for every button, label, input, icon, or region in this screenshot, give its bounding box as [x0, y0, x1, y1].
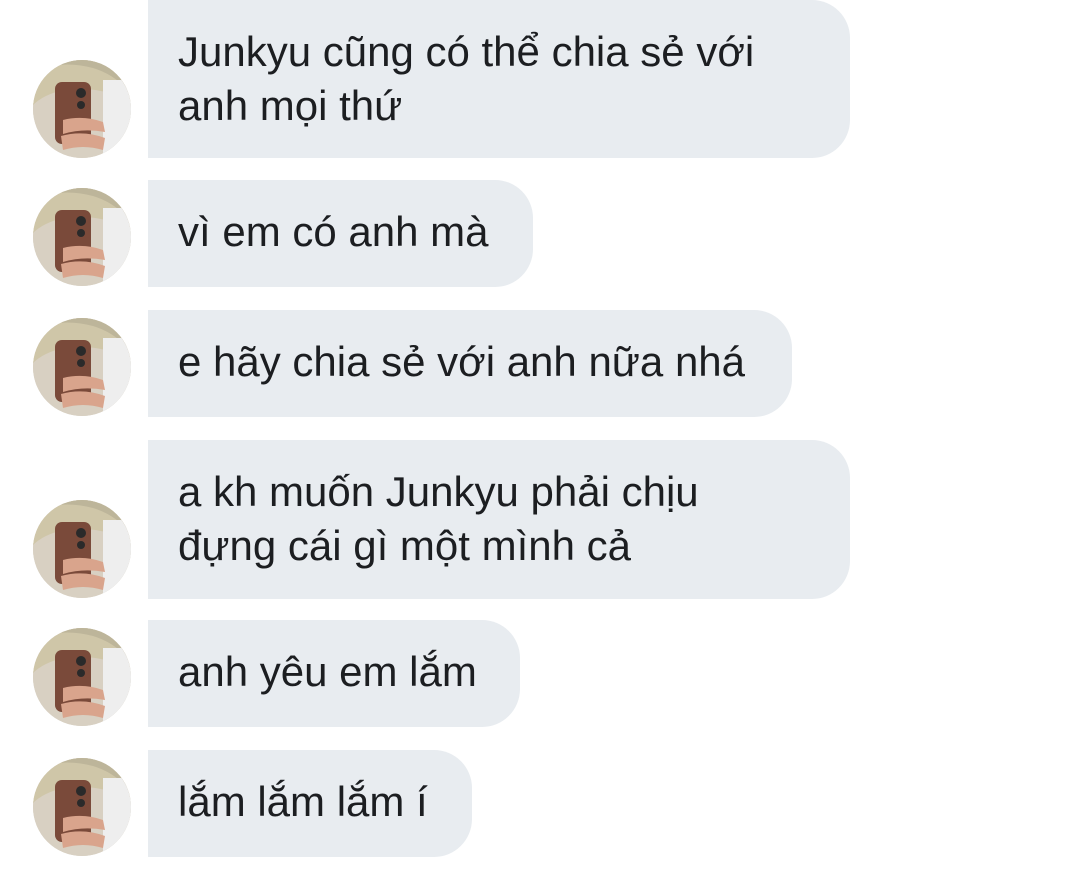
avatar[interactable]	[33, 60, 131, 158]
message-bubble[interactable]: a kh muốn Junkyu phải chịu đựng cái gì m…	[148, 440, 850, 599]
profile-photo-icon	[33, 60, 131, 158]
avatar[interactable]	[33, 758, 131, 856]
avatar[interactable]	[33, 188, 131, 286]
avatar[interactable]	[33, 500, 131, 598]
profile-photo-icon	[33, 628, 131, 726]
profile-photo-icon	[33, 188, 131, 286]
message-bubble[interactable]: e hãy chia sẻ với anh nữa nhá	[148, 310, 792, 417]
message-bubble[interactable]: Junkyu cũng có thể chia sẻ với anh mọi t…	[148, 0, 850, 158]
message-bubble[interactable]: vì em có anh mà	[148, 180, 533, 287]
message-bubble[interactable]: anh yêu em lắm	[148, 620, 520, 727]
profile-photo-icon	[33, 758, 131, 856]
avatar[interactable]	[33, 318, 131, 416]
avatar[interactable]	[33, 628, 131, 726]
profile-photo-icon	[33, 500, 131, 598]
message-bubble[interactable]: lắm lắm lắm í	[148, 750, 472, 857]
profile-photo-icon	[33, 318, 131, 416]
